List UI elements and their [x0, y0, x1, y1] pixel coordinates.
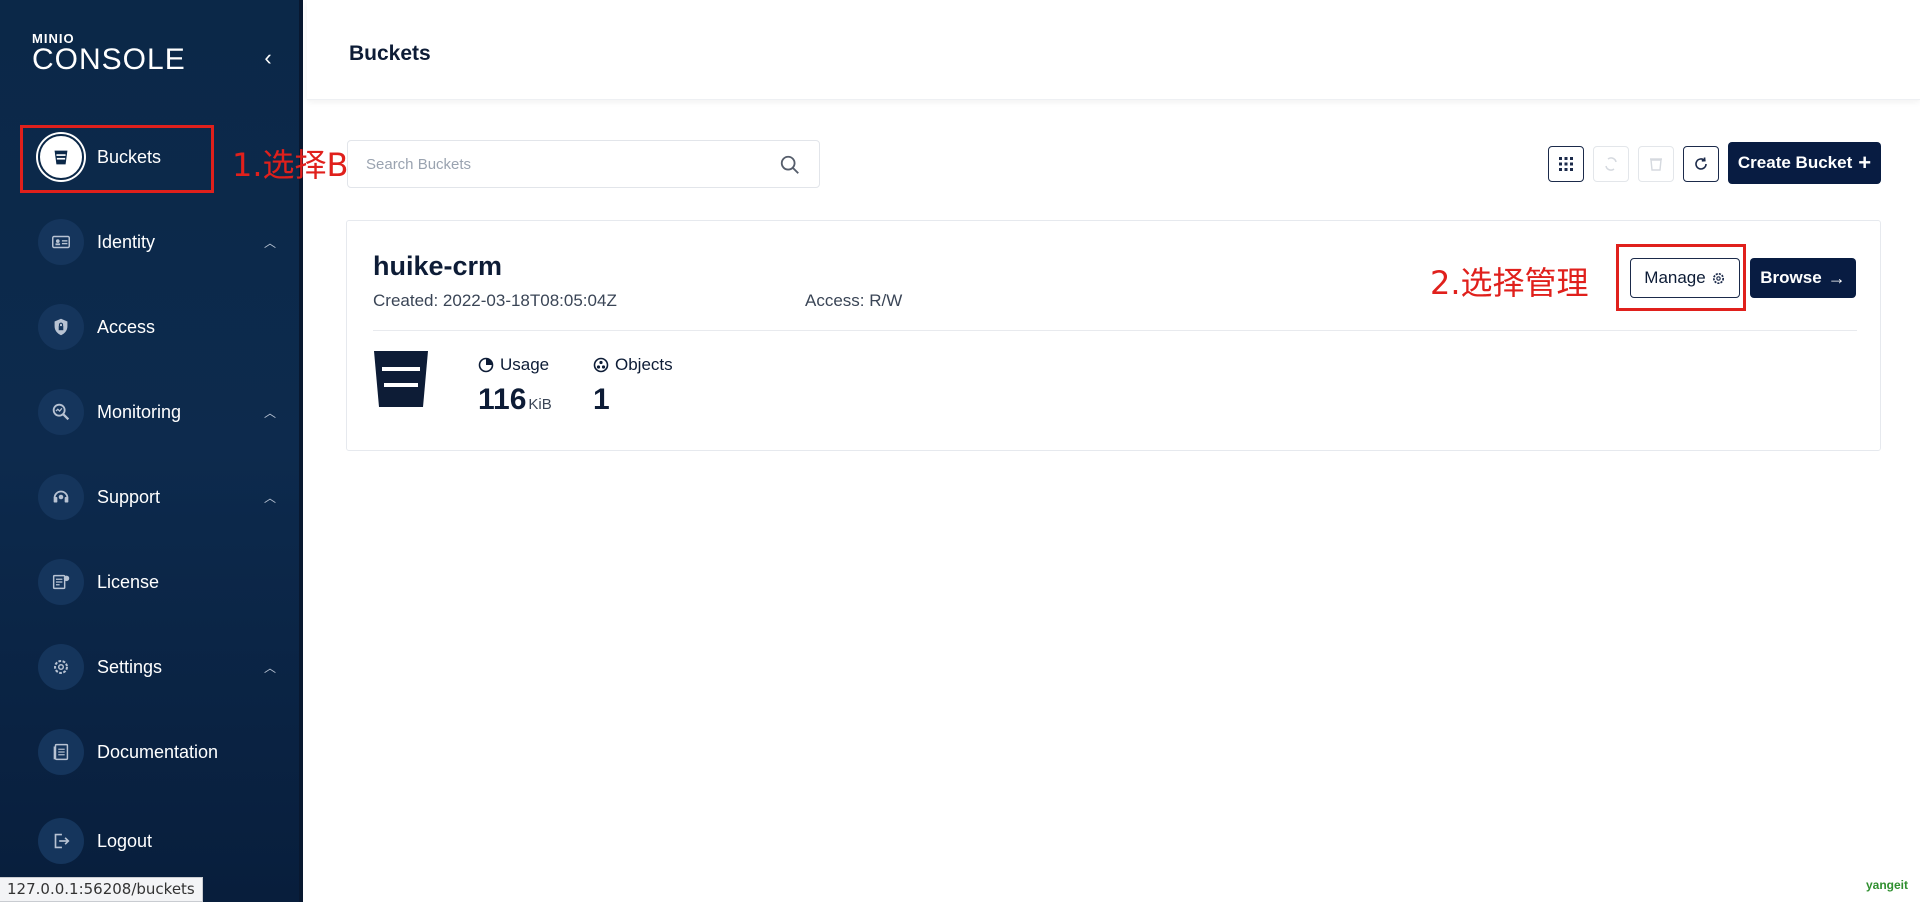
- status-bar-url: 127.0.0.1:56208/buckets: [0, 877, 203, 902]
- sidebar-item-label: Identity: [97, 231, 156, 252]
- browse-button[interactable]: Browse →: [1750, 258, 1856, 298]
- usage-value: 116: [478, 383, 527, 416]
- card-divider: [373, 330, 1857, 331]
- objects-stat: Objects 1: [593, 355, 673, 417]
- pie-chart-icon: [478, 357, 494, 373]
- sidebar-item-label: Documentation: [97, 741, 219, 762]
- bucket-icon: [374, 351, 428, 407]
- sidebar-item-monitoring[interactable]: Monitoring ︿: [38, 388, 278, 436]
- bucket-created: Created: 2022-03-18T08:05:04Z: [373, 291, 617, 310]
- sidebar-item-settings[interactable]: Settings ︿: [38, 643, 278, 691]
- replication-icon: [1605, 157, 1617, 171]
- sidebar-item-label: Support: [97, 486, 161, 507]
- chevron-up-icon[interactable]: ︿: [262, 404, 278, 421]
- annotation-box-step1: [20, 125, 214, 193]
- arrow-right-icon: →: [1827, 267, 1846, 288]
- search-input[interactable]: [366, 141, 766, 187]
- refresh-button[interactable]: [1683, 146, 1719, 182]
- replication-button[interactable]: [1593, 146, 1629, 182]
- sidebar-item-documentation[interactable]: Documentation: [38, 728, 278, 776]
- annotation-box-step2: [1616, 244, 1746, 311]
- sidebar-item-support[interactable]: Support ︿: [38, 473, 278, 521]
- usage-unit: KiB: [528, 396, 552, 413]
- grid-view-button[interactable]: [1548, 146, 1584, 182]
- bucket-access: Access: R/W: [805, 291, 903, 310]
- watermark: yangeit: [1865, 878, 1908, 892]
- delete-icon: [1650, 158, 1662, 171]
- grid-view-icon: [1559, 157, 1573, 171]
- sidebar-item-label: Settings: [97, 656, 163, 677]
- sidebar-item-label: License: [97, 571, 160, 592]
- annotation-text-step2: 2.选择管理: [1430, 264, 1589, 302]
- search-icon[interactable]: [779, 154, 801, 176]
- search-box[interactable]: [347, 140, 820, 188]
- logo-big-text: CONSOLE: [32, 43, 186, 76]
- sidebar-item-label: Monitoring: [97, 401, 182, 422]
- sidebar-item-label: Access: [97, 316, 156, 337]
- refresh-icon: [1695, 157, 1707, 170]
- sidebar-item-identity[interactable]: Identity ︿: [38, 218, 278, 266]
- id-card-icon: [38, 219, 84, 265]
- headset-icon: [38, 474, 84, 520]
- chevron-up-icon[interactable]: ︿: [262, 659, 278, 676]
- monitor-search-icon: [38, 389, 84, 435]
- minio-console-logo[interactable]: MINIO CONSOLE: [32, 32, 186, 75]
- create-bucket-button[interactable]: Create Bucket +: [1728, 142, 1881, 184]
- usage-label: Usage: [500, 355, 550, 374]
- license-icon: [38, 559, 84, 605]
- chevron-left-icon[interactable]: ‹: [258, 46, 278, 70]
- page-header: Buckets: [307, 0, 1920, 100]
- page-title: Buckets: [349, 42, 431, 65]
- objects-value: 1: [593, 383, 610, 416]
- shield-lock-icon: [38, 304, 84, 350]
- objects-icon: [593, 357, 609, 373]
- chevron-up-icon[interactable]: ︿: [262, 234, 278, 251]
- usage-stat: Usage 116 KiB: [478, 355, 552, 417]
- plus-icon: +: [1858, 150, 1872, 175]
- sidebar-item-access[interactable]: Access: [38, 303, 278, 351]
- sidebar-item-label: Logout: [97, 830, 153, 851]
- create-bucket-label: Create Bucket: [1737, 153, 1853, 172]
- browse-button-label: Browse: [1760, 268, 1822, 287]
- delete-button[interactable]: [1638, 146, 1674, 182]
- sidebar-item-license[interactable]: License: [38, 558, 278, 606]
- bucket-name[interactable]: huike-crm: [373, 251, 502, 282]
- logout-icon: [38, 818, 84, 864]
- sidebar-item-logout[interactable]: Logout: [38, 817, 278, 865]
- chevron-up-icon[interactable]: ︿: [262, 489, 278, 506]
- gear-icon: [38, 644, 84, 690]
- document-icon: [38, 729, 84, 775]
- objects-label: Objects: [615, 355, 673, 374]
